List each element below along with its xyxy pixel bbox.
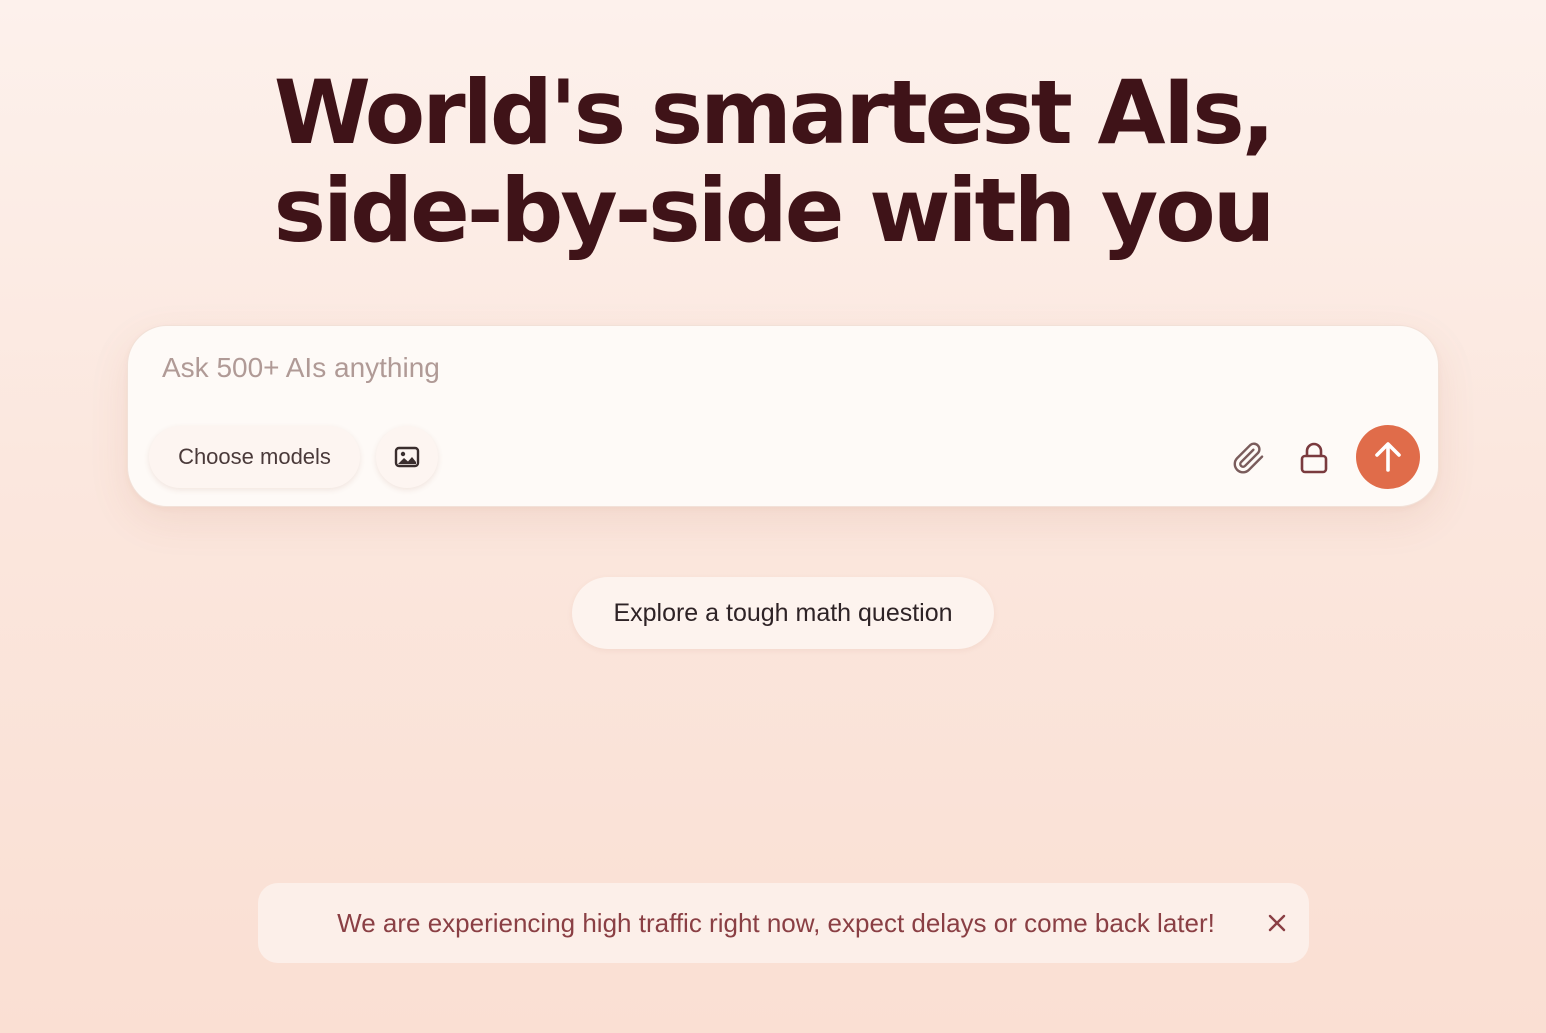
high-traffic-banner: We are experiencing high traffic right n… — [258, 883, 1309, 963]
hero-title-line-2: side-by-side with you — [273, 159, 1276, 262]
arrow-up-icon — [1372, 440, 1404, 474]
choose-models-button[interactable]: Choose models — [149, 426, 360, 488]
banner-message: We are experiencing high traffic right n… — [337, 908, 1215, 938]
suggestion-chip[interactable]: Explore a tough math question — [572, 577, 994, 649]
paperclip-icon — [1230, 440, 1266, 476]
close-icon — [1267, 913, 1287, 933]
hero-title: World's smartest AIs, side-by-side with … — [0, 64, 1546, 260]
prompt-input[interactable] — [162, 344, 1222, 392]
banner-close-button[interactable] — [1263, 909, 1291, 937]
image-icon — [394, 446, 420, 468]
lock-icon — [1298, 441, 1330, 475]
private-mode-button[interactable] — [1294, 438, 1334, 478]
hero-title-line-1: World's smartest AIs, — [273, 61, 1275, 164]
send-button[interactable] — [1356, 425, 1420, 489]
attach-file-button[interactable] — [1228, 438, 1268, 478]
image-generation-button[interactable] — [376, 426, 438, 488]
prompt-composer: Choose models — [127, 325, 1439, 507]
